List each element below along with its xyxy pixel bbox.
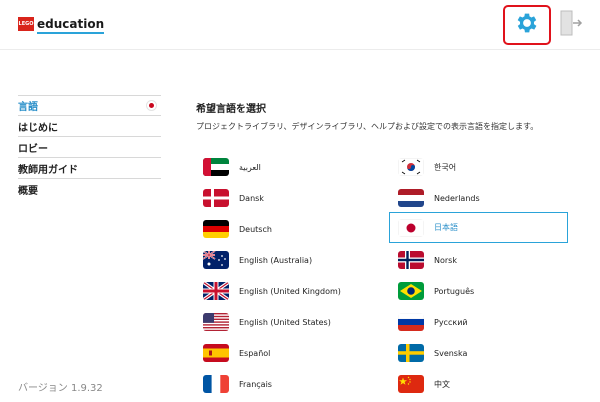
language-label: Français bbox=[239, 379, 272, 389]
page-title: 希望言語を選択 bbox=[196, 104, 266, 115]
korea-flag-icon bbox=[398, 158, 424, 176]
exit-button[interactable] bbox=[559, 9, 583, 41]
language-option-japanese[interactable]: 日本語 bbox=[389, 212, 568, 243]
usa-flag-icon bbox=[203, 313, 229, 331]
language-option-portuguese[interactable]: Português bbox=[398, 277, 474, 305]
sidebar-item-teacher-guide[interactable]: 教師用ガイド bbox=[18, 158, 161, 179]
app-header: LEGO education bbox=[0, 0, 600, 50]
japan-flag-icon bbox=[146, 100, 157, 111]
netherlands-flag-icon bbox=[398, 189, 424, 207]
language-label: Dansk bbox=[239, 193, 264, 203]
language-label: 한국어 bbox=[434, 162, 457, 172]
logo-text: education bbox=[37, 17, 105, 34]
sidebar-item-label: 言語 bbox=[18, 102, 38, 113]
sidebar-item-language[interactable]: 言語 bbox=[18, 95, 161, 116]
sidebar-item-label: ロビー bbox=[18, 143, 48, 155]
brazil-flag-icon bbox=[398, 282, 424, 300]
sidebar-item-lobby[interactable]: ロビー bbox=[18, 137, 161, 158]
language-label: Português bbox=[434, 286, 475, 296]
sidebar-item-getting-started[interactable]: はじめに bbox=[18, 116, 161, 137]
language-option-arabic[interactable]: العربية bbox=[203, 153, 261, 181]
page-description: プロジェクトライブラリ、デザインライブラリ、ヘルプおよび設定での表示言語を指定し… bbox=[196, 122, 539, 131]
language-label: English (Australia) bbox=[239, 255, 313, 265]
language-label: Norsk bbox=[434, 255, 457, 265]
language-label: Nederlands bbox=[434, 193, 480, 203]
language-option-english-us[interactable]: English (United States) bbox=[203, 308, 331, 336]
sidebar-item-about[interactable]: 概要 bbox=[18, 179, 161, 200]
language-option-german[interactable]: Deutsch bbox=[203, 215, 272, 243]
language-option-swedish[interactable]: Svenska bbox=[398, 339, 467, 367]
language-label: العربية bbox=[239, 162, 261, 172]
norway-flag-icon bbox=[398, 251, 424, 269]
language-label: English (United Kingdom) bbox=[239, 286, 341, 296]
denmark-flag-icon bbox=[203, 189, 229, 207]
language-label: Deutsch bbox=[239, 224, 272, 234]
language-option-danish[interactable]: Dansk bbox=[203, 184, 264, 212]
russia-flag-icon bbox=[398, 313, 424, 331]
language-option-spanish[interactable]: Español bbox=[203, 339, 270, 367]
gear-icon bbox=[514, 10, 540, 40]
lego-education-logo: LEGO education bbox=[18, 15, 105, 34]
version-label: バージョン 1.9.32 bbox=[18, 383, 103, 394]
sweden-flag-icon bbox=[398, 344, 424, 362]
language-label: Svenska bbox=[434, 348, 468, 358]
china-flag-icon bbox=[398, 375, 424, 393]
language-label: Русский bbox=[434, 317, 468, 327]
language-label: English (United States) bbox=[239, 317, 331, 327]
language-label: Español bbox=[239, 348, 271, 358]
language-option-norwegian[interactable]: Norsk bbox=[398, 246, 457, 274]
language-option-dutch[interactable]: Nederlands bbox=[398, 184, 480, 212]
japan-flag-icon bbox=[398, 218, 424, 237]
language-label: 中文 bbox=[434, 379, 450, 389]
uk-flag-icon bbox=[203, 282, 229, 300]
language-option-french[interactable]: Français bbox=[203, 370, 272, 398]
sidebar: 言語 はじめに ロビー 教師用ガイド 概要 bbox=[18, 95, 161, 200]
language-option-chinese[interactable]: 中文 bbox=[398, 370, 450, 398]
spain-flag-icon bbox=[203, 344, 229, 362]
language-option-korean[interactable]: 한국어 bbox=[398, 153, 456, 181]
language-label: 日本語 bbox=[434, 223, 458, 232]
sidebar-item-label: はじめに bbox=[18, 122, 58, 134]
language-option-russian[interactable]: Русский bbox=[398, 308, 468, 336]
language-option-english-australia[interactable]: English (Australia) bbox=[203, 246, 312, 274]
germany-flag-icon bbox=[203, 220, 229, 238]
france-flag-icon bbox=[203, 375, 229, 393]
language-option-english-uk[interactable]: English (United Kingdom) bbox=[203, 277, 341, 305]
sidebar-item-label: 教師用ガイド bbox=[18, 164, 78, 176]
exit-door-icon bbox=[559, 9, 583, 41]
settings-button[interactable] bbox=[503, 5, 551, 45]
logo-mark: LEGO bbox=[18, 17, 34, 31]
uae-flag-icon bbox=[203, 158, 229, 176]
sidebar-item-label: 概要 bbox=[18, 186, 38, 197]
australia-flag-icon bbox=[203, 251, 229, 269]
